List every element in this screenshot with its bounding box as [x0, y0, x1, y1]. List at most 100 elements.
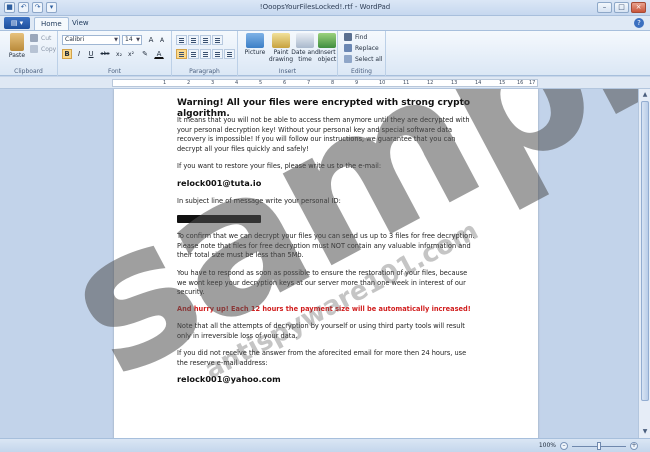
ruler-number: 6: [283, 80, 287, 86]
grow-font-icon[interactable]: A: [146, 35, 156, 45]
font-family-value: Calibri: [65, 36, 85, 43]
app-menu-button[interactable]: ▤ ▾: [4, 17, 30, 29]
document-area: Warning! All your files were encrypted w…: [0, 89, 638, 438]
zoom-level: 100%: [538, 442, 556, 449]
font-family-select[interactable]: Calibri ▼: [62, 35, 120, 45]
scrollbar-thumb[interactable]: [641, 101, 649, 401]
minimize-button[interactable]: –: [597, 2, 612, 13]
bullet-list-icon[interactable]: [200, 35, 211, 45]
subscript-button[interactable]: x₂: [114, 49, 124, 59]
replace-label: Replace: [355, 44, 379, 52]
doc-paragraph: To confirm that we can decrypt your file…: [177, 232, 475, 259]
ruler-number: 17: [529, 80, 536, 86]
doc-email-reserve: relock001@yahoo.com: [177, 374, 281, 384]
select-all-label: Select all: [355, 55, 383, 63]
copy-label: Copy: [41, 45, 57, 53]
select-all-button[interactable]: Select all: [344, 55, 382, 63]
doc-email-primary: relock001@tuta.io: [177, 178, 262, 188]
line-spacing-icon[interactable]: [212, 35, 223, 45]
close-button[interactable]: ×: [631, 2, 646, 13]
shrink-font-icon[interactable]: A: [157, 35, 167, 45]
zoom-in-icon[interactable]: +: [630, 442, 638, 450]
clipboard-group: Paste Cut Copy Clipboard: [0, 31, 58, 76]
ruler-number: 12: [427, 80, 434, 86]
editing-group: Find Replace Select all Editing: [338, 31, 386, 76]
ruler-number: 16: [517, 80, 524, 86]
ribbon-tabs: ▤ ▾ Home View ?: [0, 16, 650, 30]
font-size-value: 14: [125, 36, 133, 43]
doc-paragraph: If you want to restore your files, pleas…: [177, 162, 382, 170]
tab-view[interactable]: View: [66, 17, 95, 30]
tab-home[interactable]: Home: [34, 17, 69, 30]
ruler-number: 14: [475, 80, 482, 86]
chevron-down-icon: ▼: [136, 37, 140, 43]
strikethrough-button[interactable]: abc: [98, 49, 112, 59]
find-button[interactable]: Find: [344, 33, 367, 41]
ruler-number: 8: [331, 80, 335, 86]
replace-icon: [344, 44, 352, 52]
ruler-number: 15: [499, 80, 506, 86]
ruler-number: 9: [355, 80, 359, 86]
picture-icon: [246, 33, 264, 48]
cut-label: Cut: [41, 34, 52, 42]
align-left-icon[interactable]: [176, 49, 187, 59]
ruler-number: 10: [379, 80, 386, 86]
vertical-scrollbar[interactable]: ▲ ▼: [638, 89, 650, 438]
justify-icon[interactable]: [212, 49, 223, 59]
object-label: Insert object: [317, 49, 337, 63]
paste-icon: [10, 33, 24, 51]
window-controls: – □ ×: [597, 2, 646, 13]
font-size-select[interactable]: 14 ▼: [122, 35, 142, 45]
paint-icon: [272, 33, 290, 48]
maximize-button[interactable]: □: [614, 2, 629, 13]
font-group: Calibri ▼ 14 ▼ A A B I U abc x₂ x² ✎ A Fon…: [58, 31, 172, 76]
ruler: 1 2 3 4 5 6 7 8 9 10 11 12 13 14 15 16 1…: [0, 77, 650, 89]
scissors-icon: [30, 34, 38, 42]
ruler-number: 5: [259, 80, 263, 86]
font-color-icon[interactable]: A: [154, 49, 164, 59]
doc-warning-red: And hurry up! Each 12 hours the payment …: [177, 305, 471, 313]
underline-button[interactable]: U: [86, 49, 96, 59]
ruler-track[interactable]: 1 2 3 4 5 6 7 8 9 10 11 12 13 14 15 16 1…: [112, 79, 538, 87]
paste-button[interactable]: Paste: [2, 33, 32, 59]
doc-paragraph: It means that you will not be able to ac…: [177, 116, 470, 153]
copy-button[interactable]: Copy: [30, 45, 56, 53]
insert-group-label: Insert: [278, 68, 297, 75]
editing-group-label: Editing: [351, 68, 372, 75]
paragraph-group: Paragraph: [172, 31, 238, 76]
highlight-icon[interactable]: ✎: [140, 49, 150, 59]
find-label: Find: [355, 33, 368, 41]
redacted-id-bar: [177, 215, 261, 223]
ruler-number: 3: [211, 80, 215, 86]
bold-button[interactable]: B: [62, 49, 72, 59]
replace-button[interactable]: Replace: [344, 44, 379, 52]
align-center-icon[interactable]: [188, 49, 199, 59]
scroll-down-icon[interactable]: ▼: [641, 428, 649, 436]
object-icon: [318, 33, 336, 48]
increase-indent-icon[interactable]: [188, 35, 199, 45]
superscript-button[interactable]: x²: [126, 49, 136, 59]
font-group-label: Font: [107, 68, 122, 75]
chevron-down-icon: ▼: [114, 37, 118, 43]
paragraph-group-label: Paragraph: [189, 68, 220, 75]
doc-paragraph: If you did not receive the answer from t…: [177, 349, 467, 367]
italic-button[interactable]: I: [74, 49, 84, 59]
scroll-up-icon[interactable]: ▲: [641, 91, 649, 99]
cut-button[interactable]: Cut: [30, 34, 51, 42]
zoom-slider-thumb[interactable]: [597, 442, 601, 450]
document-page[interactable]: Warning! All your files were encrypted w…: [114, 89, 538, 438]
doc-paragraph: Note that all the attempts of decryption…: [177, 322, 465, 340]
doc-paragraph: You have to respond as soon as possible …: [177, 269, 468, 296]
paragraph-settings-icon[interactable]: [224, 49, 235, 59]
select-all-icon: [344, 55, 352, 63]
zoom-out-icon[interactable]: –: [560, 442, 568, 450]
align-right-icon[interactable]: [200, 49, 211, 59]
title-bar: ■ ↶ ↷ ▾ !OoopsYourFilesLocked!.rtf - Wor…: [0, 0, 650, 16]
picture-label: Picture: [244, 49, 266, 56]
ruler-number: 1: [163, 80, 167, 86]
doc-paragraph: In subject line of message write your pe…: [177, 197, 341, 205]
paste-label: Paste: [8, 52, 26, 59]
ruler-number: 7: [307, 80, 311, 86]
decrease-indent-icon[interactable]: [176, 35, 187, 45]
help-icon[interactable]: ?: [634, 18, 644, 28]
